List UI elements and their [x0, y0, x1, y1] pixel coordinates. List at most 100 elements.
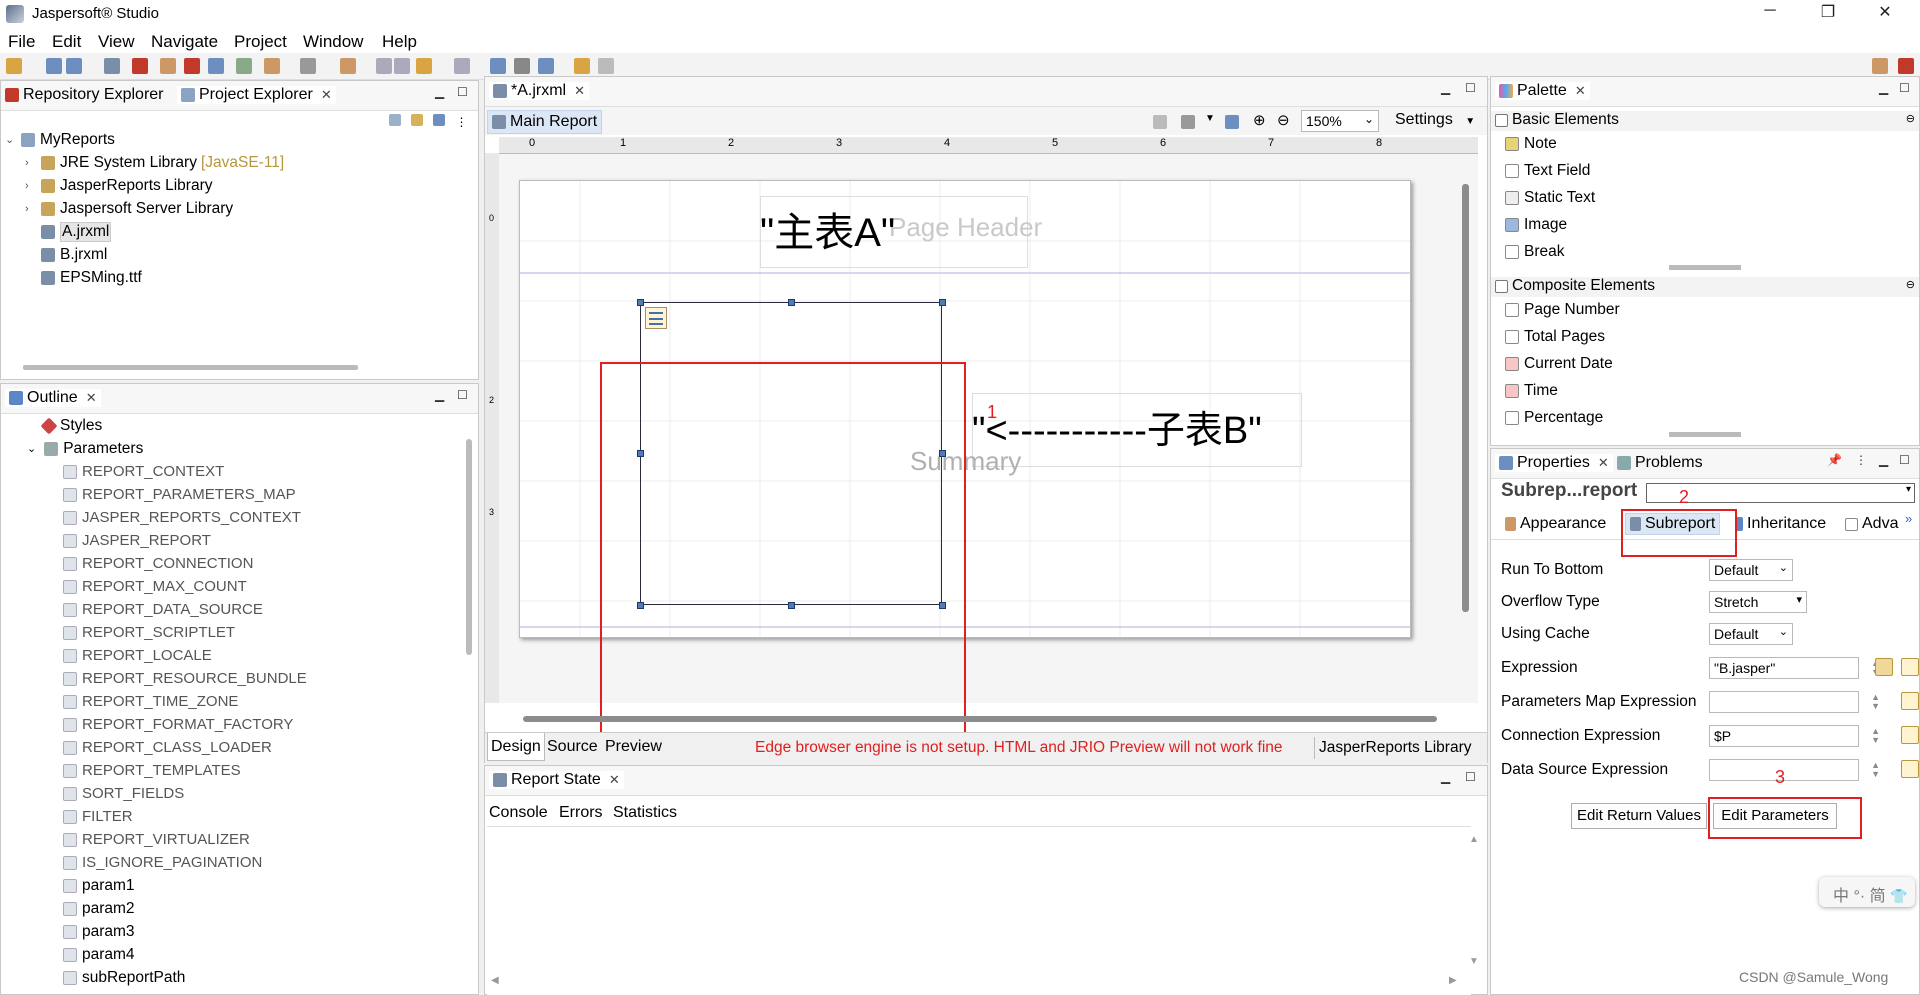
resize-handle[interactable] — [788, 299, 795, 306]
tab-a-jrxml[interactable]: *A.jrxml ✕ — [489, 82, 590, 100]
expression-editor-icon[interactable] — [1901, 726, 1919, 744]
tree-item[interactable]: A.jrxml — [25, 220, 112, 243]
jasperreports-library-status[interactable]: JasperReports Library — [1319, 739, 1471, 757]
view-menu-icon[interactable]: ⋮ — [456, 115, 468, 129]
parameter-item[interactable]: REPORT_CONTEXT — [63, 460, 224, 483]
scroll-up-icon[interactable]: ▲ — [1469, 834, 1479, 845]
publish-icon[interactable] — [236, 58, 252, 74]
tree-item[interactable]: › JasperReports Library — [25, 174, 212, 197]
open-perspective-icon[interactable] — [1872, 58, 1888, 74]
view-menu-icon[interactable]: ⋮ — [1855, 453, 1867, 467]
perspective-icon[interactable] — [490, 58, 506, 74]
open-folder-icon[interactable] — [1875, 658, 1893, 676]
menu-view[interactable]: View — [98, 32, 135, 52]
menu-help[interactable]: Help — [382, 32, 417, 52]
close-icon[interactable]: ✕ — [1598, 455, 1609, 471]
compile-icon[interactable] — [104, 58, 120, 74]
expression-editor-icon[interactable] — [1901, 658, 1919, 676]
close-icon[interactable]: ✕ — [609, 772, 620, 788]
minimize-view-icon[interactable]: ▁ — [1441, 81, 1450, 95]
parameter-item[interactable]: param2 — [63, 897, 135, 920]
menu-edit[interactable]: Edit — [52, 32, 81, 52]
parameter-item[interactable]: REPORT_SCRIPTLET — [63, 621, 235, 644]
tab-main-report[interactable]: Main Report — [487, 110, 603, 134]
maximize-view-icon[interactable]: ☐ — [1899, 81, 1910, 95]
redo-icon[interactable] — [598, 58, 614, 74]
parameter-item[interactable]: IS_IGNORE_PAGINATION — [63, 851, 262, 874]
nav-prev-icon[interactable] — [394, 58, 410, 74]
parameter-item[interactable]: JASPER_REPORTS_CONTEXT — [63, 506, 301, 529]
parameter-item[interactable]: SORT_FIELDS — [63, 782, 184, 805]
property-select[interactable]: Default ⌄ — [1709, 623, 1793, 645]
palette-item[interactable]: Break — [1505, 241, 1565, 263]
parameter-item[interactable]: param3 — [63, 920, 135, 943]
run-icon[interactable] — [160, 58, 176, 74]
parameter-item[interactable]: REPORT_FORMAT_FACTORY — [63, 713, 293, 736]
maximize-view-icon[interactable]: ☐ — [1899, 453, 1910, 467]
maximize-view-icon[interactable]: ☐ — [1465, 81, 1476, 95]
chevron-right-icon[interactable]: › — [25, 157, 41, 169]
spinner-icon[interactable]: ▲ ▼ — [1871, 693, 1880, 711]
close-icon[interactable]: ✕ — [1575, 83, 1586, 99]
parameter-item[interactable]: REPORT_DATA_SOURCE — [63, 598, 263, 621]
minimize-view-icon[interactable]: ▁ — [1879, 453, 1888, 467]
collapse-icon[interactable]: ⊖ — [1906, 112, 1915, 125]
tab-inheritance[interactable]: Inheritance — [1735, 515, 1826, 533]
outline-parameters[interactable]: ⌄ Parameters — [27, 437, 143, 460]
tab-problems[interactable]: Problems — [1617, 454, 1703, 472]
close-icon[interactable]: ✕ — [574, 83, 585, 99]
property-expression-field[interactable]: ▲ ▼ — [1709, 691, 1880, 713]
menu-file[interactable]: File — [8, 32, 35, 52]
layout-icon[interactable] — [538, 58, 554, 74]
export-icon[interactable] — [1225, 115, 1239, 129]
menu-window[interactable]: Window — [303, 32, 363, 52]
resize-handle[interactable] — [637, 299, 644, 306]
debug-icon[interactable] — [132, 58, 148, 74]
palette-item[interactable]: Image — [1505, 214, 1567, 236]
parameter-item[interactable]: REPORT_PARAMETERS_MAP — [63, 483, 296, 506]
zoom-select[interactable]: 150% ⌄ — [1301, 110, 1379, 132]
basic-elements-header[interactable]: Basic Elements ⊖ — [1491, 111, 1919, 131]
parameter-item[interactable]: REPORT_TIME_ZONE — [63, 690, 238, 713]
expression-editor-icon[interactable] — [1901, 760, 1919, 778]
jaspersoft-perspective-icon[interactable] — [1898, 58, 1914, 74]
tree-item[interactable]: › Jaspersoft Server Library — [25, 197, 233, 220]
minimize-view-icon[interactable]: ▁ — [435, 85, 444, 99]
link-editor-icon[interactable] — [411, 114, 424, 126]
tab-palette[interactable]: Palette ✕ — [1495, 82, 1590, 100]
minimize-button[interactable]: ─ — [1747, 2, 1793, 26]
nav-next-icon[interactable] — [376, 58, 392, 74]
spinner-icon[interactable]: ▲ ▼ — [1871, 761, 1880, 779]
parameter-item[interactable]: REPORT_MAX_COUNT — [63, 575, 247, 598]
build-icon[interactable] — [300, 58, 316, 74]
resize-handle[interactable] — [939, 299, 946, 306]
parameter-item[interactable]: REPORT_LOCALE — [63, 644, 212, 667]
palette-item[interactable]: Time — [1505, 380, 1558, 402]
property-expression-field[interactable]: $P ▲ ▼ — [1709, 725, 1880, 747]
palette-item[interactable]: Percentage — [1505, 407, 1603, 429]
horizontal-scrollbar[interactable] — [23, 365, 358, 370]
scroll-right-icon[interactable]: ▶ — [1449, 975, 1457, 986]
minimize-view-icon[interactable]: ▁ — [1441, 770, 1450, 784]
horizontal-scrollbar[interactable] — [523, 716, 1437, 722]
undo-icon[interactable] — [574, 58, 590, 74]
layout-icon[interactable] — [1153, 115, 1167, 129]
parameter-item[interactable]: subReportPath — [63, 966, 185, 989]
vertical-scrollbar[interactable] — [466, 439, 472, 655]
settings-button[interactable]: Settings ▼ — [1395, 111, 1475, 129]
export-icon[interactable] — [184, 58, 200, 74]
minimize-view-icon[interactable]: ▁ — [1879, 81, 1888, 95]
close-icon[interactable]: ✕ — [321, 87, 332, 103]
save-all-icon[interactable] — [66, 58, 82, 74]
parameter-item[interactable]: param1 — [63, 874, 135, 897]
parameter-item[interactable]: FILTER — [63, 805, 133, 828]
search-icon[interactable] — [340, 58, 356, 74]
plugin-icon[interactable] — [264, 58, 280, 74]
parameter-item[interactable]: REPORT_RESOURCE_BUNDLE — [63, 667, 307, 690]
forward-icon[interactable] — [454, 58, 470, 74]
parameter-item[interactable]: JASPER_REPORT — [63, 529, 211, 552]
tab-outline[interactable]: Outline ✕ — [5, 389, 101, 407]
tree-item[interactable]: ⌄ MyReports — [5, 128, 115, 151]
tab-repository-explorer[interactable]: Repository Explorer — [5, 86, 164, 104]
ime-indicator[interactable]: 中 °· 简 👕 — [1819, 877, 1915, 907]
